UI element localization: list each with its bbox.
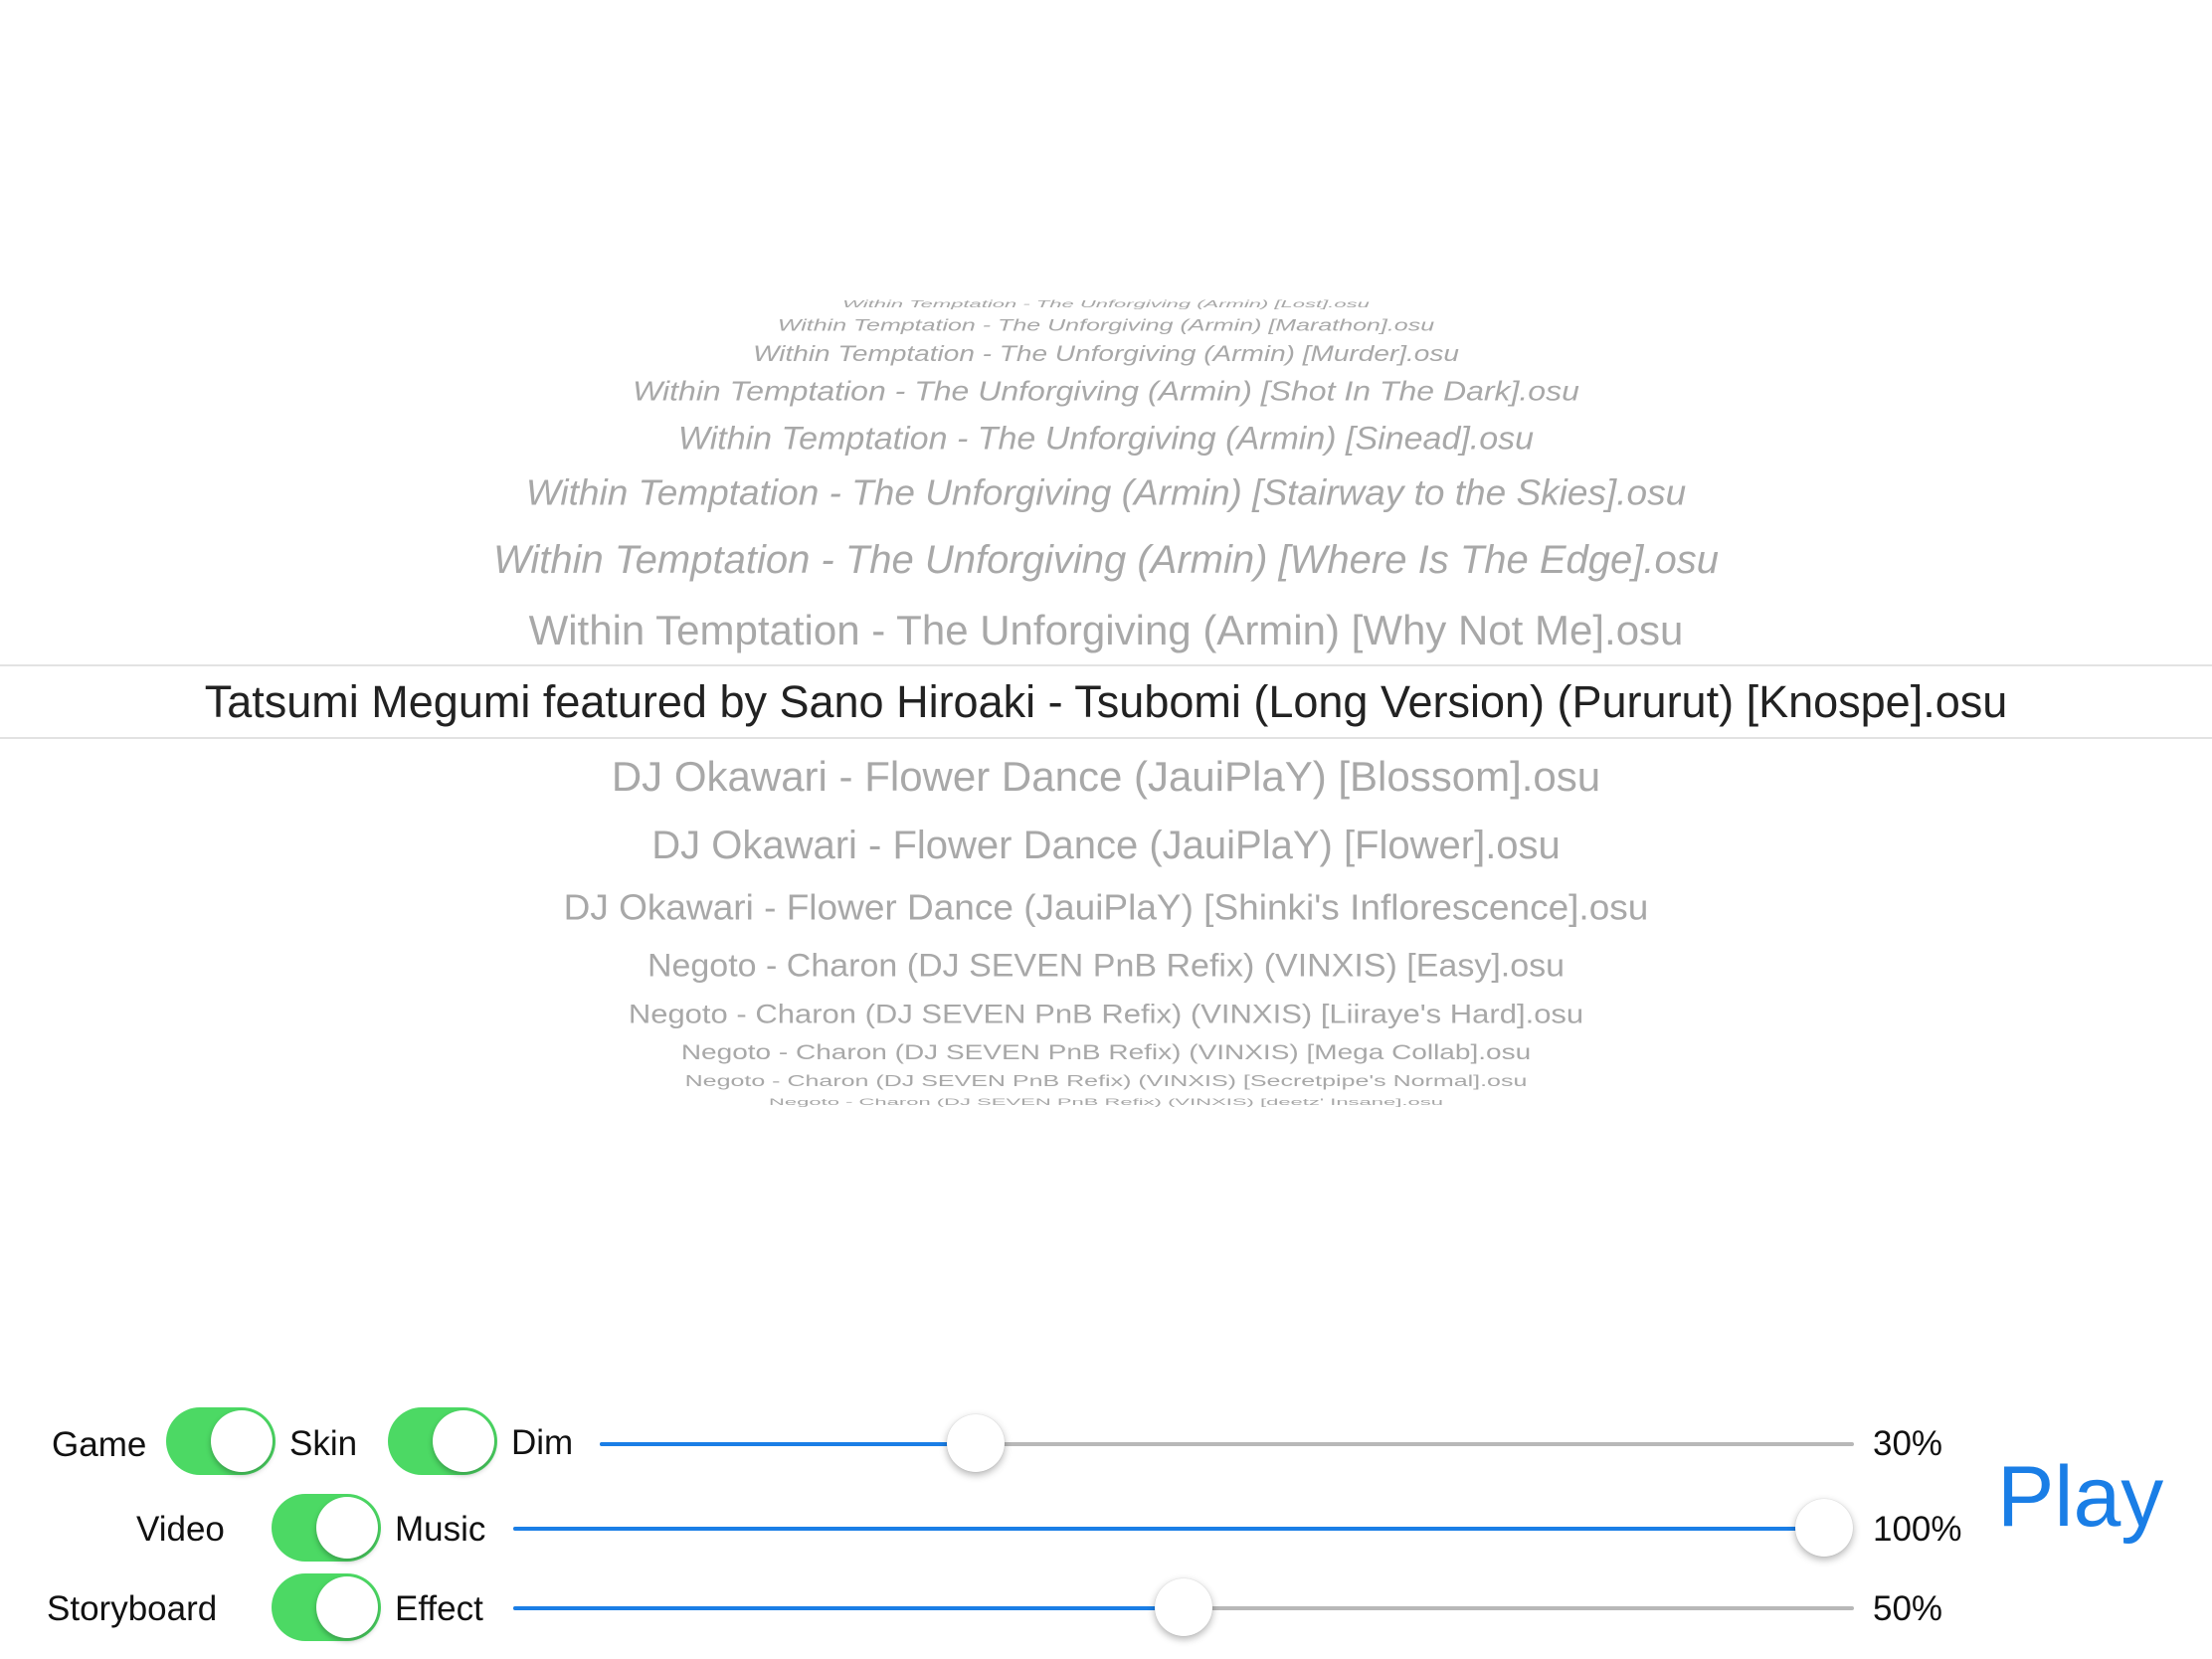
selection-bottom-divider	[0, 737, 2212, 739]
picker-row[interactable]: DJ Okawari - Flower Dance (JauiPlaY) [Bl…	[0, 756, 2212, 798]
slider-fill	[513, 1527, 1824, 1531]
play-button[interactable]: Play	[1997, 1454, 2163, 1540]
picker-row[interactable]: Within Temptation - The Unforgiving (Arm…	[0, 540, 2212, 580]
video-toggle[interactable]	[272, 1494, 381, 1562]
picker-row[interactable]: Within Temptation - The Unforgiving (Arm…	[0, 343, 2212, 365]
effect-value: 50%	[1873, 1589, 1943, 1628]
toggle-knob	[211, 1410, 273, 1472]
skin-label: Skin	[289, 1424, 358, 1463]
toggle-knob	[316, 1497, 378, 1559]
toggle-knob	[433, 1410, 494, 1472]
picker-row[interactable]: Within Temptation - The Unforgiving (Arm…	[0, 317, 2212, 333]
skin-toggle[interactable]	[388, 1407, 497, 1475]
slider-thumb[interactable]	[947, 1414, 1006, 1472]
storyboard-toggle[interactable]	[272, 1573, 381, 1641]
dim-label: Dim	[511, 1423, 574, 1462]
picker-row[interactable]: DJ Okawari - Flower Dance (JauiPlaY) [Sh…	[0, 890, 2212, 926]
video-label: Video	[136, 1510, 225, 1549]
picker-row[interactable]: Within Temptation - The Unforgiving (Arm…	[0, 299, 2212, 309]
picker-row[interactable]: Negoto - Charon (DJ SEVEN PnB Refix) (VI…	[0, 1073, 2212, 1090]
slider-thumb[interactable]	[1795, 1499, 1853, 1557]
effect-label: Effect	[395, 1589, 483, 1628]
picker-row[interactable]: Negoto - Charon (DJ SEVEN PnB Refix) (VI…	[0, 950, 2212, 982]
effect-slider[interactable]	[513, 1578, 1854, 1638]
music-slider[interactable]	[513, 1499, 1853, 1559]
picker-row[interactable]: Within Temptation - The Unforgiving (Arm…	[0, 610, 2212, 651]
picker-row[interactable]: Within Temptation - The Unforgiving (Arm…	[0, 475, 2212, 511]
picker-row[interactable]: DJ Okawari - Flower Dance (JauiPlaY) [Fl…	[0, 826, 2212, 865]
storyboard-label: Storyboard	[47, 1589, 218, 1628]
music-value: 100%	[1873, 1510, 1962, 1549]
slider-fill	[600, 1442, 977, 1446]
picker-row[interactable]: Negoto - Charon (DJ SEVEN PnB Refix) (VI…	[0, 1041, 2212, 1062]
game-toggle[interactable]	[166, 1407, 276, 1475]
game-label: Game	[52, 1425, 147, 1464]
picker-row[interactable]: Within Temptation - The Unforgiving (Arm…	[0, 377, 2212, 405]
picker-row[interactable]: Within Temptation - The Unforgiving (Arm…	[0, 423, 2212, 455]
slider-thumb[interactable]	[1155, 1578, 1212, 1636]
dim-value: 30%	[1873, 1424, 1943, 1463]
dim-slider[interactable]	[600, 1414, 1854, 1474]
toggle-knob	[316, 1576, 378, 1638]
picker-row[interactable]: Negoto - Charon (DJ SEVEN PnB Refix) (VI…	[0, 1001, 2212, 1027]
selected-beatmap[interactable]: Tatsumi Megumi featured by Sano Hiroaki …	[0, 679, 2212, 724]
beatmap-picker[interactable]: Within Temptation - The Unforgiving (Arm…	[0, 288, 2212, 1106]
music-label: Music	[395, 1510, 486, 1549]
picker-row[interactable]: Negoto - Charon (DJ SEVEN PnB Refix) (VI…	[0, 1097, 2212, 1106]
slider-fill	[513, 1606, 1184, 1610]
selection-top-divider	[0, 664, 2212, 666]
